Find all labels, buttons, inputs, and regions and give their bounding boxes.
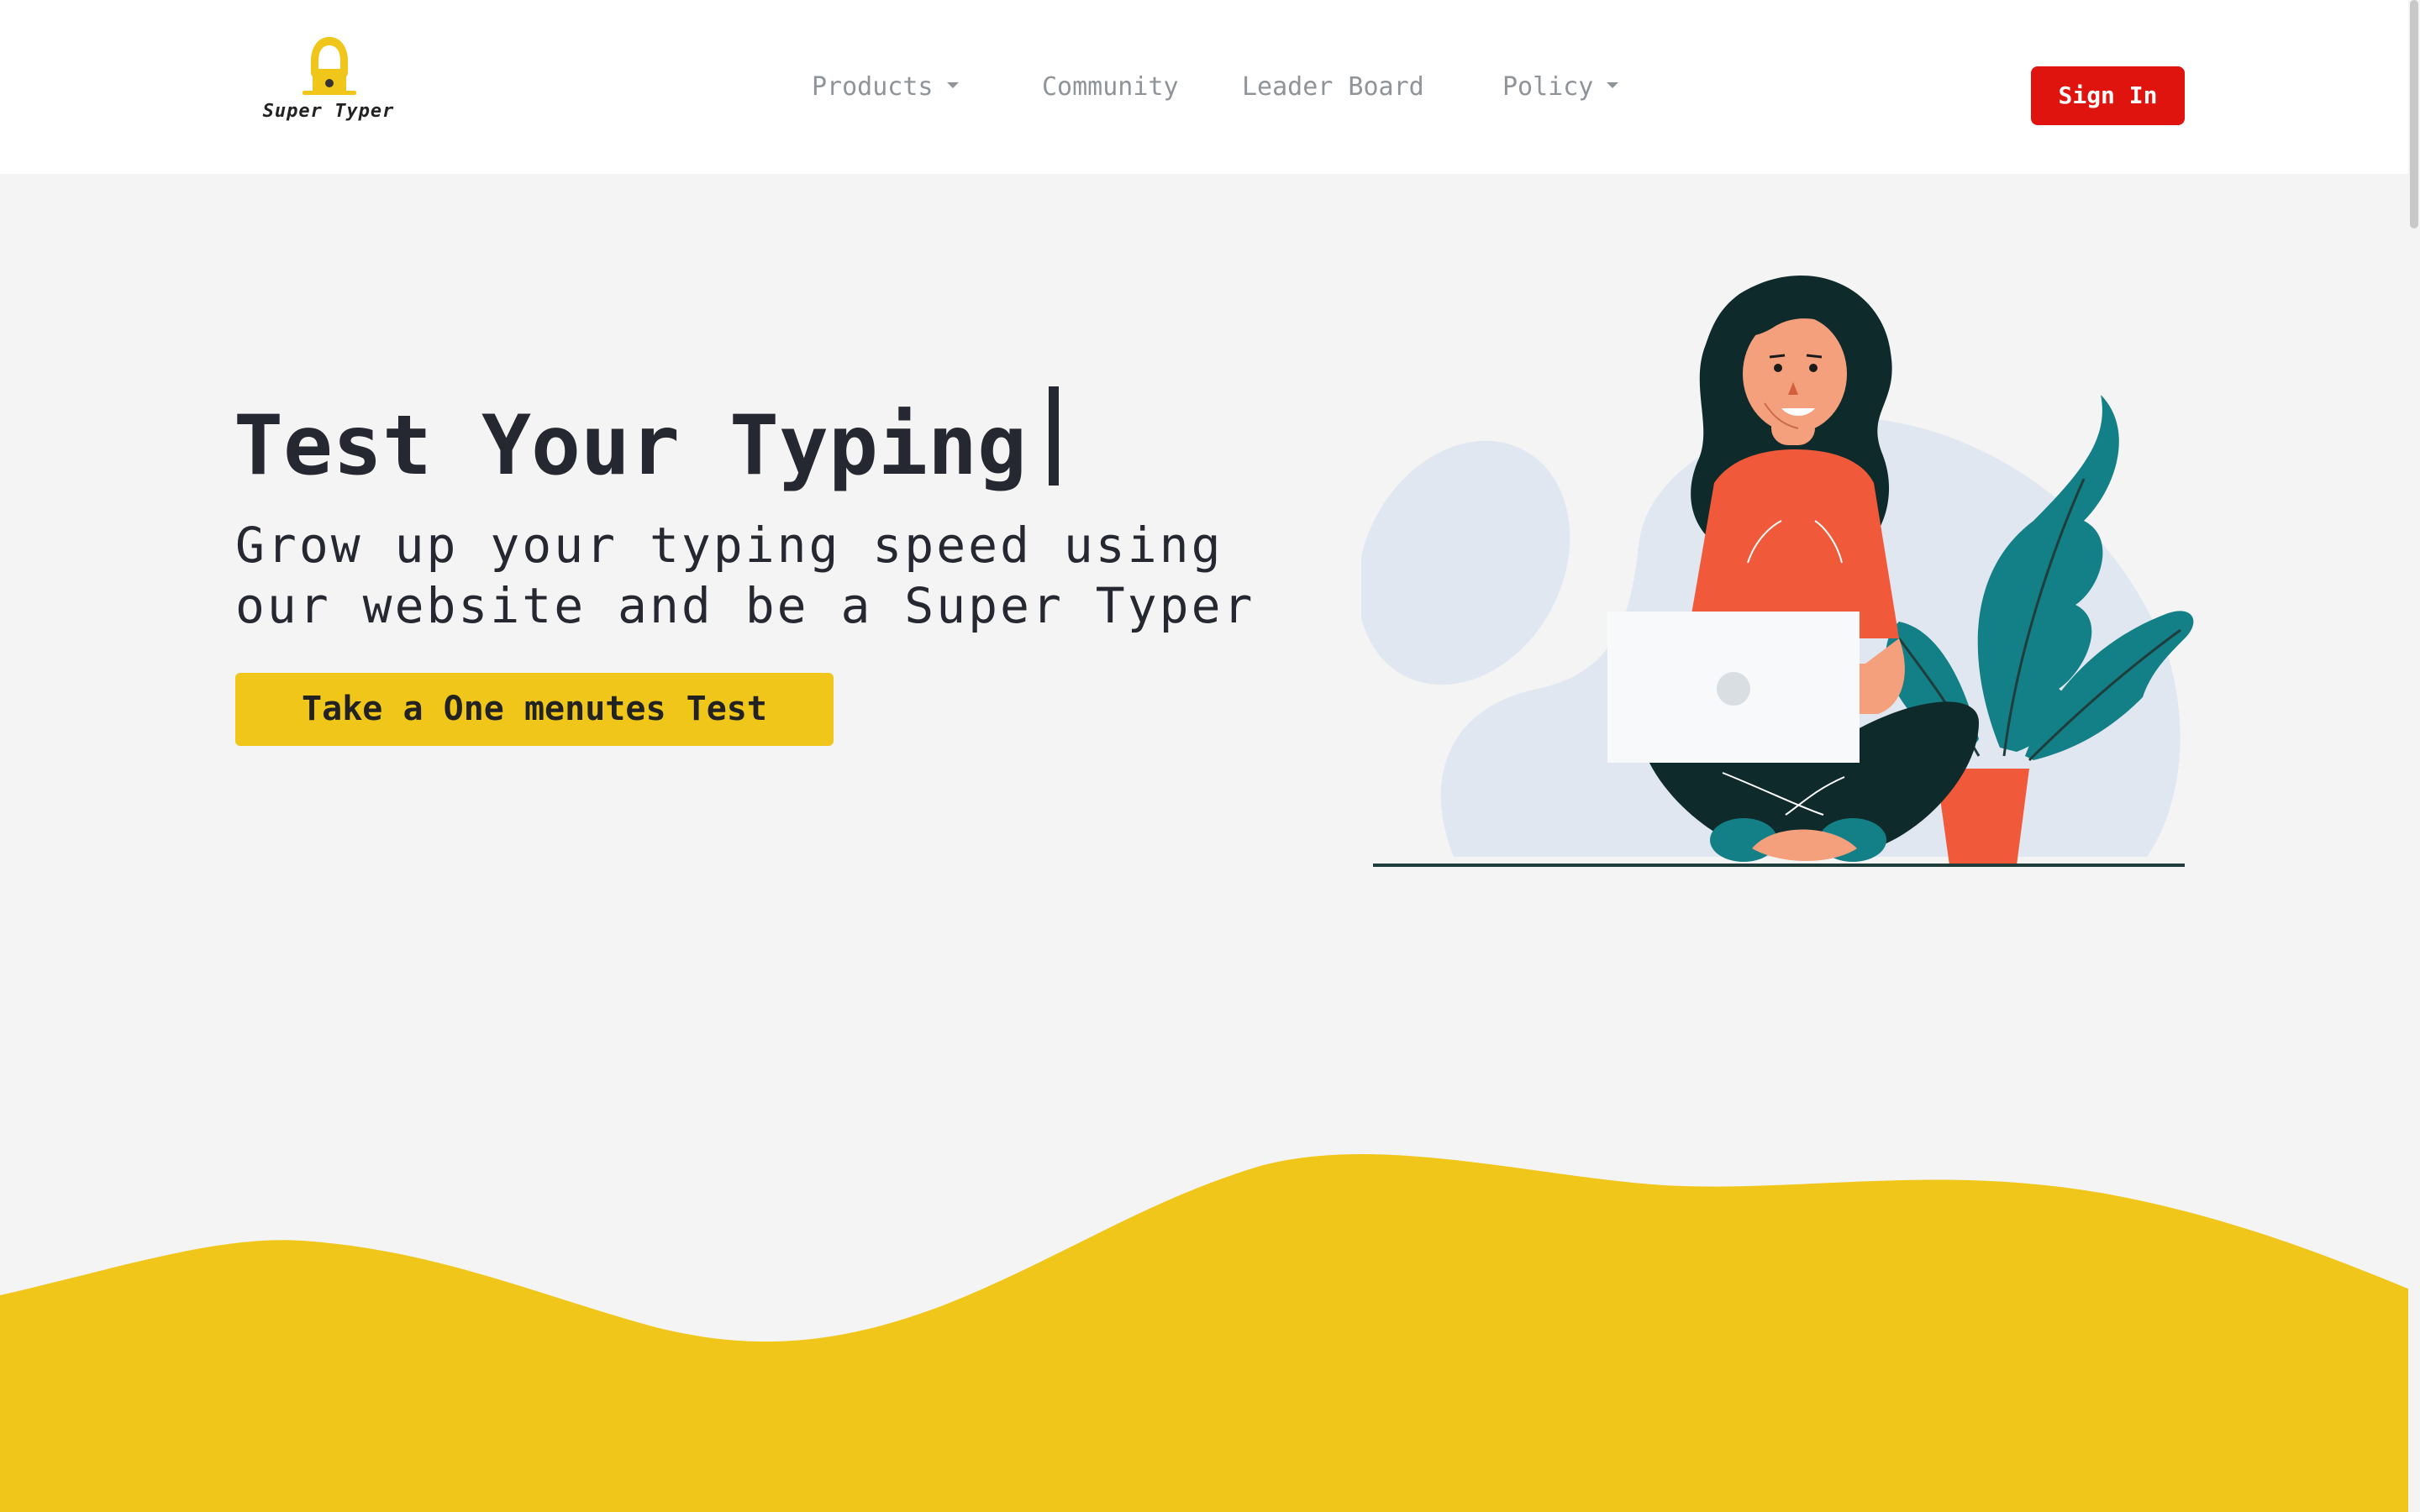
nav-item-policy[interactable]: Policy bbox=[1502, 69, 1619, 106]
nav-item-leader-board[interactable]: Leader Board bbox=[1242, 69, 1424, 106]
hero-title: Test Your Typing bbox=[234, 386, 1060, 501]
nav-item-community[interactable]: Community bbox=[1042, 69, 1179, 106]
take-test-button[interactable]: Take a One menutes Test bbox=[235, 673, 834, 746]
scrollbar-thumb[interactable] bbox=[2410, 0, 2418, 228]
brand-logo[interactable]: Super Typer bbox=[249, 35, 408, 133]
hooded-hacker-laptop-icon bbox=[302, 37, 356, 95]
scrollbar[interactable] bbox=[2408, 0, 2420, 1512]
hero-subtitle: Grow up your typing speed using our webs… bbox=[235, 517, 1255, 634]
sign-in-button[interactable]: Sign In bbox=[2031, 66, 2185, 125]
yellow-wave-decoration bbox=[0, 1153, 2420, 1512]
page: Super Typer Products Community Leader Bo… bbox=[0, 0, 2420, 1512]
nav-item-label: Policy bbox=[1502, 72, 1594, 102]
nav-item-label: Leader Board bbox=[1242, 72, 1424, 102]
typing-cursor bbox=[1049, 386, 1060, 486]
nav-item-label: Community bbox=[1042, 72, 1179, 102]
hero-title-text: Test Your Typing bbox=[234, 398, 1028, 494]
caret-down-icon bbox=[946, 82, 959, 88]
nav-item-label: Products bbox=[812, 72, 934, 102]
navbar: Super Typer Products Community Leader Bo… bbox=[0, 0, 2420, 174]
brand-name: Super Typer bbox=[262, 101, 395, 122]
woman-with-laptop-illustration bbox=[1361, 275, 2194, 867]
caret-down-icon bbox=[1607, 82, 1619, 88]
nav-item-products[interactable]: Products bbox=[812, 69, 959, 106]
